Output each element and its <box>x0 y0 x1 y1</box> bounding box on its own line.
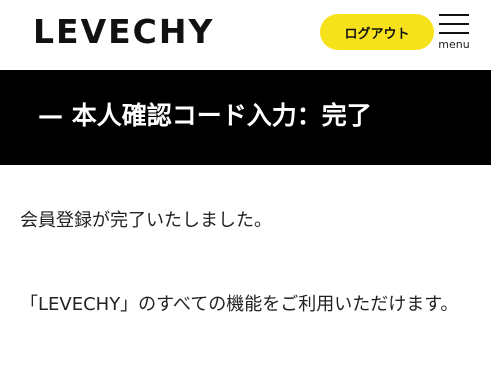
hamburger-icon <box>439 14 469 36</box>
menu-label: menu <box>438 38 470 51</box>
menu-button[interactable]: menu <box>434 10 474 56</box>
page-title-bar: — 本人確認コード入力：完了 <box>0 70 491 165</box>
completion-message: 会員登録が完了いたしました。 <box>20 210 272 231</box>
site-header: LEVECHY ログアウト menu <box>0 0 491 70</box>
main-content: 会員登録が完了いたしました。 「LEVECHY」のすべての機能をご利用いただけま… <box>20 200 480 328</box>
logout-button[interactable]: ログアウト <box>320 14 434 50</box>
page-title: — 本人確認コード入力：完了 <box>38 101 372 130</box>
page: LEVECHY ログアウト menu — 本人確認コード入力：完了 会員登録が完… <box>0 0 491 380</box>
site-logo[interactable]: LEVECHY <box>33 12 214 52</box>
feature-message: 「LEVECHY」のすべての機能をご利用いただけます。 <box>20 294 459 315</box>
